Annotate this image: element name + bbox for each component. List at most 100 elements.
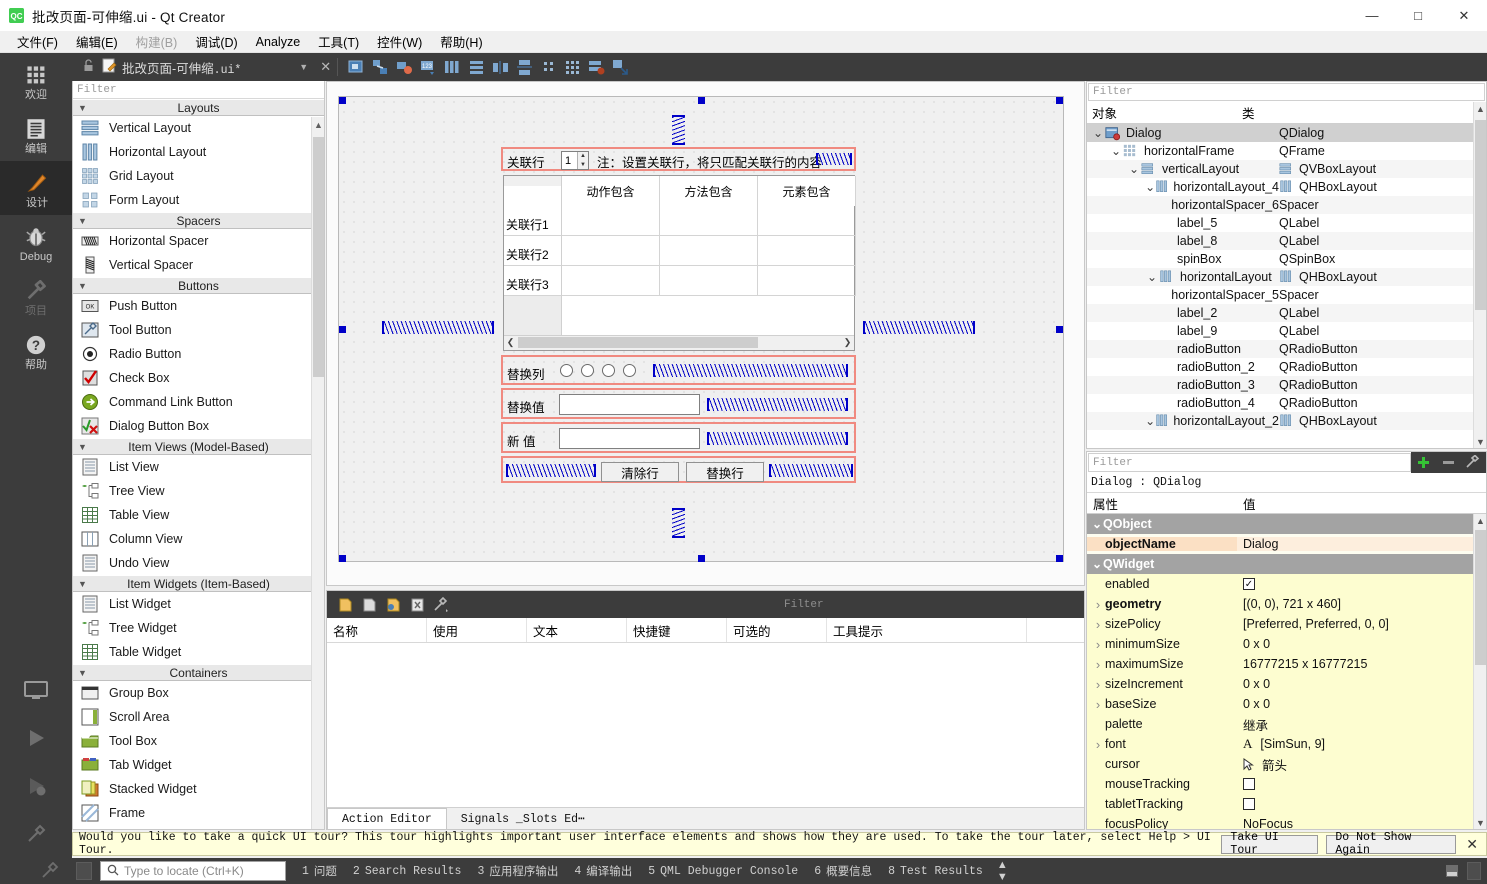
table-row-header-2[interactable]: 关联行3 [504, 266, 562, 296]
property-row[interactable]: ⌄QWidget [1087, 554, 1486, 574]
chevron-down-icon[interactable]: ⌄ [1091, 520, 1103, 528]
action-column-header-3[interactable]: 快捷键 [627, 618, 727, 642]
dialog-form-surface[interactable]: 关联行 1 ▲▼ 注：设置关联行，将只匹配关联行的内容 动作包含方法包含元素包含… [338, 96, 1064, 562]
property-row[interactable]: cursor箭头 [1087, 754, 1486, 774]
locator-input[interactable]: Type to locate (Ctrl+K) [100, 861, 286, 881]
widget-item-push-button[interactable]: OKPush Button [73, 294, 324, 318]
chevron-right-icon[interactable]: › [1091, 597, 1105, 612]
widget-item-vertical-spacer[interactable]: Vertical Spacer [73, 253, 324, 277]
table-row-header-1[interactable]: 关联行2 [504, 236, 562, 266]
open-file-name[interactable]: 批改页面-可伸缩.ui* [122, 58, 241, 77]
spinbox-steppers[interactable]: ▲▼ [577, 152, 588, 169]
object-tree-row[interactable]: label_2QLabel [1087, 304, 1486, 322]
button-row-spacer-right[interactable] [769, 464, 853, 477]
scroll-up-icon[interactable]: ▲ [1474, 102, 1487, 117]
property-row[interactable]: ⌄QObject [1087, 514, 1486, 534]
table-cell[interactable] [660, 206, 758, 236]
mode-欢迎[interactable]: 欢迎 [0, 53, 72, 107]
layout-form-icon[interactable] [538, 57, 558, 77]
property-row[interactable]: ›baseSize0 x 0 [1087, 694, 1486, 714]
new-value-spacer[interactable] [707, 432, 848, 445]
object-tree-row[interactable]: label_8QLabel [1087, 232, 1486, 250]
output-pane-3[interactable]: 4编译输出 [574, 863, 632, 879]
property-value[interactable]: [SimSun, 9] [1260, 737, 1325, 751]
property-value[interactable]: 继承 [1243, 715, 1268, 734]
widget-group-buttons[interactable]: ▼Buttons [73, 277, 324, 294]
object-tree-row[interactable]: label_9QLabel [1087, 322, 1486, 340]
resize-handle-tl[interactable] [339, 97, 346, 104]
widget-box-filter-input[interactable]: Filter [73, 81, 324, 99]
property-value[interactable]: [Preferred, Preferred, 0, 0] [1243, 617, 1389, 631]
lineedit-replace-value[interactable] [559, 394, 700, 415]
resize-handle-br[interactable] [1056, 555, 1063, 562]
resize-handle-t[interactable] [698, 97, 705, 104]
radio-button-2[interactable] [581, 364, 594, 377]
chevron-down-icon[interactable]: ⌄ [1091, 129, 1105, 137]
scroll-left-icon[interactable]: ❮ [504, 336, 517, 349]
adjust-size-icon[interactable] [610, 57, 630, 77]
replace-value-spacer[interactable] [707, 398, 848, 411]
scrollbar-thumb[interactable] [1475, 530, 1486, 665]
menu-item-5[interactable]: 工具(T) [309, 30, 368, 53]
chevron-down-icon[interactable]: ⌄ [1145, 417, 1155, 425]
button-row-spacer-left[interactable] [506, 464, 596, 477]
property-row[interactable]: mouseTracking [1087, 774, 1486, 794]
object-tree-row[interactable]: ⌄horizontalLayoutQHBoxLayout [1087, 268, 1486, 286]
mode-设计[interactable]: 设计 [0, 161, 72, 215]
scrollbar-thumb[interactable] [1475, 120, 1486, 310]
layout-horizontal-icon[interactable] [442, 57, 462, 77]
minimize-button[interactable]: — [1349, 0, 1395, 31]
property-row[interactable]: ›sizePolicy[Preferred, Preferred, 0, 0] [1087, 614, 1486, 634]
widget-item-dialog-button-box[interactable]: Dialog Button Box [73, 414, 324, 438]
property-value[interactable]: 0 x 0 [1243, 637, 1270, 651]
widget-item-command-link-button[interactable]: Command Link Button [73, 390, 324, 414]
property-row[interactable]: ›sizeIncrement0 x 0 [1087, 674, 1486, 694]
menu-item-7[interactable]: 帮助(H) [431, 30, 491, 53]
spin-down-icon[interactable]: ▼ [578, 161, 588, 170]
edit-tab-order-icon[interactable]: 123 [418, 57, 438, 77]
object-tree-row[interactable]: ⌄horizontalLayout_2QHBoxLayout [1087, 412, 1486, 430]
table-cell[interactable] [562, 206, 660, 236]
spin-up-icon[interactable]: ▲ [578, 152, 588, 161]
new-value-row[interactable]: 新 值 [501, 422, 856, 453]
widget-item-check-box[interactable]: Check Box [73, 366, 324, 390]
action-editor-filter-input[interactable]: Filter [779, 594, 1084, 615]
configure-icon[interactable] [429, 594, 453, 616]
widget-item-undo-view[interactable]: Undo View [73, 551, 324, 575]
mode-编辑[interactable]: 编辑 [0, 107, 72, 161]
button-row[interactable]: 清除行 替换行 [501, 456, 856, 483]
chevron-right-icon[interactable]: › [1091, 677, 1105, 692]
scroll-down-icon[interactable]: ▼ [1474, 816, 1487, 830]
action-column-header-1[interactable]: 使用 [427, 618, 527, 642]
table-column-header-2[interactable]: 元素包含 [758, 176, 856, 206]
object-tree-row[interactable]: spinBoxQSpinBox [1087, 250, 1486, 268]
property-value[interactable]: 0 x 0 [1243, 697, 1270, 711]
widget-item-list-view[interactable]: List View [73, 455, 324, 479]
header-row-spacer[interactable] [816, 153, 852, 165]
object-inspector-filter-input[interactable]: Filter [1088, 83, 1485, 101]
right-sidebar-toggle[interactable] [1467, 862, 1481, 880]
menu-item-6[interactable]: 控件(W) [368, 30, 431, 53]
horizontal-spacer-right[interactable] [863, 321, 975, 334]
widget-item-radio-button[interactable]: Radio Button [73, 342, 324, 366]
widget-item-list-widget[interactable]: List Widget [73, 592, 324, 616]
table-view[interactable]: 动作包含方法包含元素包含 关联行1关联行2关联行3 ❮ ❯ [503, 175, 855, 351]
replace-column-spacer[interactable] [653, 364, 848, 377]
widget-group-spacers[interactable]: ▼Spacers [73, 212, 324, 229]
property-checkbox[interactable] [1243, 778, 1255, 790]
action-column-header-4[interactable]: 可选的 [727, 618, 827, 642]
column-header-value[interactable]: 值 [1237, 493, 1486, 513]
widget-group-containers[interactable]: ▼Containers [73, 664, 324, 681]
edit-signals-slots-icon[interactable] [370, 57, 390, 77]
object-tree-row[interactable]: ⌄horizontalFrameQFrame [1087, 142, 1486, 160]
widget-item-horizontal-spacer[interactable]: Horizontal Spacer [73, 229, 324, 253]
property-editor-scrollbar[interactable]: ▲ ▼ [1473, 514, 1486, 830]
property-row[interactable]: ›geometry[(0, 0), 721 x 460] [1087, 594, 1486, 614]
widget-box-list[interactable]: ▼LayoutsVertical LayoutHorizontal Layout… [73, 99, 324, 829]
edit-widgets-icon[interactable] [346, 57, 366, 77]
vertical-spacer-top[interactable] [672, 115, 685, 145]
widget-item-vertical-layout[interactable]: Vertical Layout [73, 116, 324, 140]
widget-group-item-views-model-based-[interactable]: ▼Item Views (Model-Based) [73, 438, 324, 455]
chevron-down-icon[interactable]: ▼ [299, 62, 308, 72]
widget-item-column-view[interactable]: Column View [73, 527, 324, 551]
